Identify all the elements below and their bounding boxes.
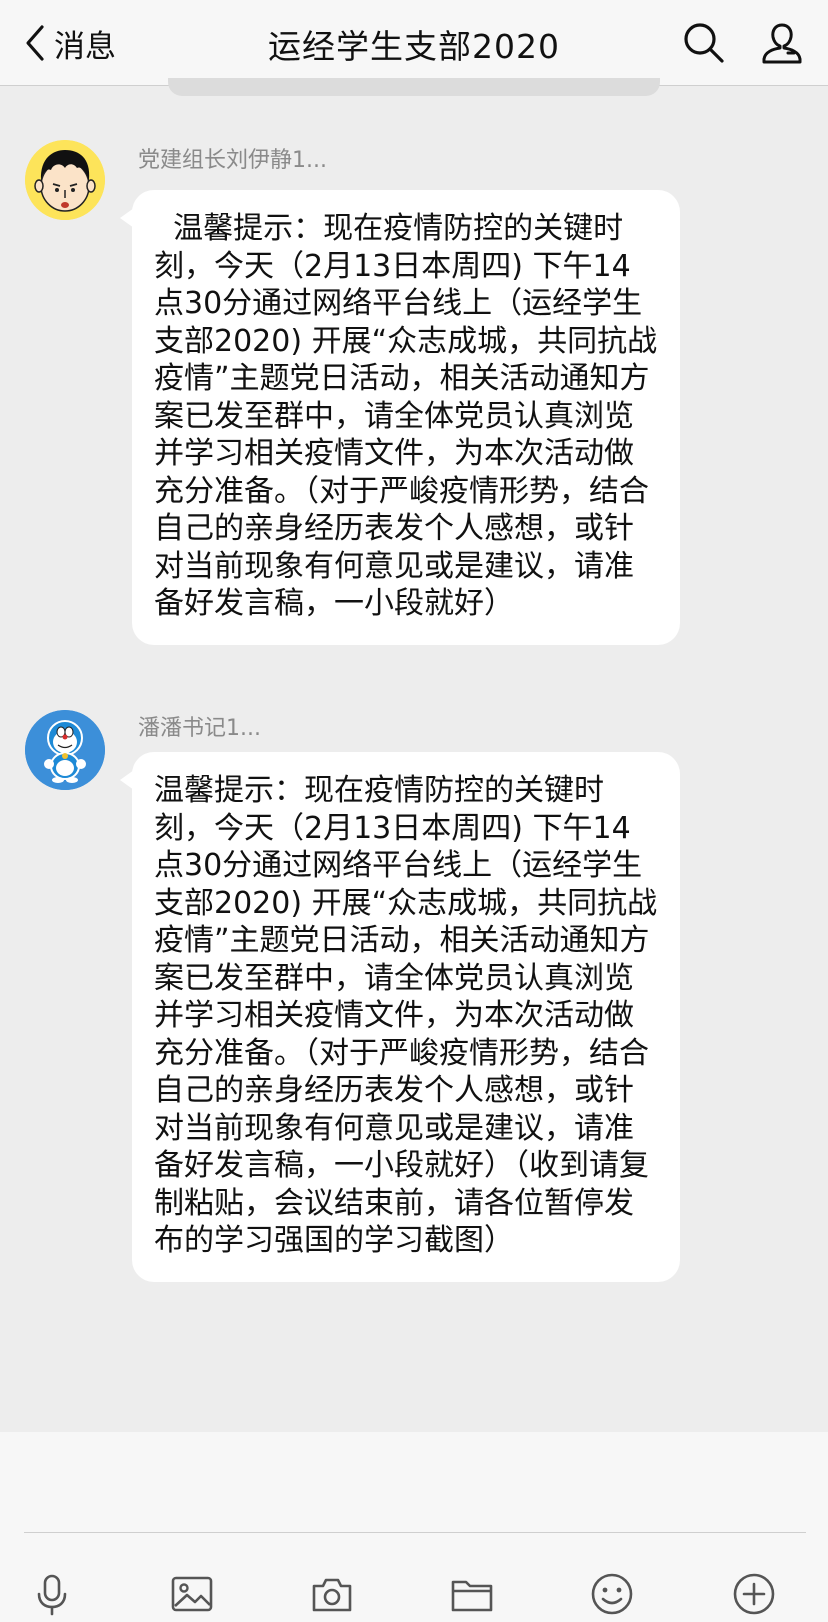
input-field[interactable]: [24, 1532, 806, 1533]
camera-icon[interactable]: [310, 1572, 354, 1616]
image-icon[interactable]: [170, 1572, 214, 1616]
previous-message-edge: [168, 78, 660, 96]
plus-icon[interactable]: [732, 1572, 776, 1616]
message-bubble[interactable]: 温馨提示：现在疫情防控的关键时刻，今天（2月13日本周四) 下午14点30分通过…: [120, 190, 680, 645]
message-text: 温馨提示：现在疫情防控的关键时刻，今天（2月13日本周四) 下午14点30分通过…: [154, 211, 658, 621]
message-bubble[interactable]: 温馨提示：现在疫情防控的关键时刻，今天（2月13日本周四) 下午14点30分通过…: [120, 752, 680, 1282]
sender-name: 潘潘书记1...: [138, 716, 261, 741]
input-area: [0, 1432, 828, 1622]
search-icon[interactable]: [680, 19, 728, 67]
sender-name: 党建组长刘伊静1...: [138, 148, 327, 173]
group-members-icon[interactable]: [758, 19, 806, 67]
emoji-icon[interactable]: [590, 1572, 634, 1616]
folder-icon[interactable]: [450, 1572, 494, 1616]
doraemon-avatar[interactable]: [25, 710, 105, 790]
message-text: 温馨提示：现在疫情防控的关键时刻，今天（2月13日本周四) 下午14点30分通过…: [154, 773, 658, 1258]
cartoon-boy-avatar[interactable]: [25, 140, 105, 220]
chat-header: 消息 运经学生支部2020: [0, 0, 828, 86]
microphone-icon[interactable]: [30, 1572, 74, 1616]
